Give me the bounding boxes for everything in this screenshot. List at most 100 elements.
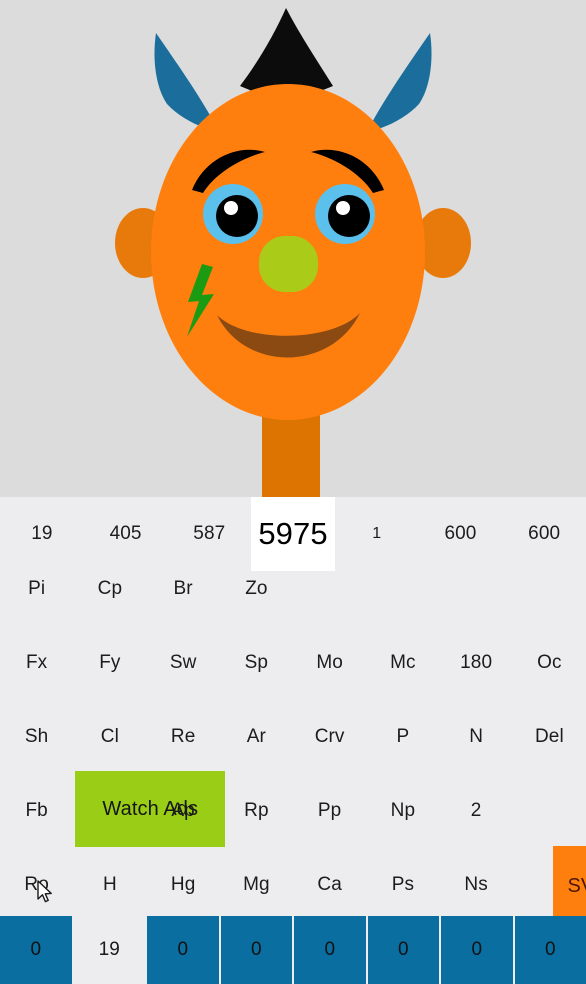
counter-label: 0 xyxy=(30,939,42,960)
app-root: 19 405 587 5975 1 600 600 Pi Cp Br Zo Fx… xyxy=(0,0,586,984)
key-ca[interactable]: Ca xyxy=(293,848,366,922)
counter-cell-active[interactable]: 19 xyxy=(73,916,147,984)
key-crv[interactable]: Crv xyxy=(293,700,366,774)
counter-bar: 0 19 0 0 0 0 0 0 xyxy=(0,916,586,984)
counter-cell[interactable]: 0 xyxy=(367,916,441,984)
key-empty xyxy=(440,552,513,626)
key-pp[interactable]: Pp xyxy=(293,774,366,848)
counter-label: 0 xyxy=(471,939,483,960)
key-2[interactable]: 2 xyxy=(440,774,513,848)
key-br[interactable]: Br xyxy=(147,552,220,626)
key-cl[interactable]: Cl xyxy=(73,700,146,774)
counter-cell[interactable]: 0 xyxy=(147,916,221,984)
nose-shape xyxy=(259,236,318,292)
key-ar[interactable]: Ar xyxy=(220,700,293,774)
left-eye-pupil xyxy=(216,195,258,237)
key-h[interactable]: H xyxy=(73,848,146,922)
value-cell-label: 405 xyxy=(109,523,142,544)
key-label: Np xyxy=(390,800,416,821)
left-eye-highlight xyxy=(224,201,238,215)
key-label: Oc xyxy=(537,652,562,673)
key-label: Sh xyxy=(24,726,49,747)
avatar-canvas[interactable] xyxy=(0,0,586,497)
key-p[interactable]: P xyxy=(366,700,439,774)
key-cp[interactable]: Cp xyxy=(73,552,146,626)
center-horn-icon xyxy=(240,8,333,96)
key-label: Sw xyxy=(169,652,197,673)
value-cell-active-label: 5975 xyxy=(258,516,328,551)
key-zo[interactable]: Zo xyxy=(220,552,293,626)
key-label: Sp xyxy=(244,652,269,673)
key-del[interactable]: Del xyxy=(513,700,586,774)
keypad-row-export: Ro H Hg Mg Ca Ps Ns SVG xyxy=(0,846,586,926)
key-label: Cl xyxy=(100,726,119,747)
key-label: Mg xyxy=(243,874,270,895)
key-empty xyxy=(366,552,439,626)
counter-cell[interactable]: 0 xyxy=(441,916,515,984)
key-label: N xyxy=(469,726,484,747)
key-ro[interactable]: Ro xyxy=(0,848,73,922)
counter-cell[interactable]: 0 xyxy=(220,916,294,984)
key-sw[interactable]: Sw xyxy=(147,626,220,700)
keypad-row-shapes: Pi Cp Br Zo xyxy=(0,552,586,626)
watch-ads-button[interactable]: Watch Ads xyxy=(73,771,226,848)
key-label: Fb xyxy=(25,800,48,821)
key-180[interactable]: 180 xyxy=(440,626,513,700)
key-empty xyxy=(513,774,586,848)
key-fb[interactable]: Fb xyxy=(0,774,73,848)
key-empty xyxy=(293,552,366,626)
counter-cell[interactable]: 0 xyxy=(514,916,586,984)
key-label: Br xyxy=(173,578,193,599)
key-ns[interactable]: Ns xyxy=(440,848,513,922)
key-mc[interactable]: Mc xyxy=(366,626,439,700)
key-label: Rp xyxy=(244,800,269,821)
key-label: Mc xyxy=(390,652,416,673)
key-label: 2 xyxy=(470,800,482,821)
key-label: Ca xyxy=(317,874,342,895)
key-np[interactable]: Np xyxy=(366,774,439,848)
key-rp[interactable]: Rp xyxy=(220,774,293,848)
key-oc[interactable]: Oc xyxy=(513,626,586,700)
export-svg-button[interactable]: SVG xyxy=(513,846,586,926)
value-cell-label: 587 xyxy=(193,523,226,544)
key-label: Del xyxy=(534,726,564,747)
key-hg[interactable]: Hg xyxy=(147,848,220,922)
keypad-row-transform: Fx Fy Sw Sp Mo Mc 180 Oc xyxy=(0,626,586,700)
key-ap[interactable]: Ap xyxy=(147,774,220,848)
key-label: Cp xyxy=(97,578,123,599)
key-empty xyxy=(513,552,586,626)
key-n[interactable]: N xyxy=(440,700,513,774)
key-label: Ps xyxy=(391,874,415,895)
value-cell-label: 600 xyxy=(528,523,561,544)
key-sh[interactable]: Sh xyxy=(0,700,73,774)
key-label: H xyxy=(102,874,117,895)
value-cell-label: 600 xyxy=(444,523,477,544)
key-fx[interactable]: Fx xyxy=(0,626,73,700)
keypad-row-actions: Fb Watch Ads Ap Rp Pp Np 2 xyxy=(0,771,586,848)
key-pi[interactable]: Pi xyxy=(0,552,73,626)
key-label: P xyxy=(396,726,410,747)
key-re[interactable]: Re xyxy=(147,700,220,774)
keypad-row-edit: Sh Cl Re Ar Crv P N Del xyxy=(0,700,586,774)
key-label: Pp xyxy=(317,800,342,821)
counter-cell[interactable]: 0 xyxy=(294,916,368,984)
counter-label: 0 xyxy=(324,939,336,960)
counter-label: 0 xyxy=(544,939,556,960)
key-label: Ar xyxy=(246,726,266,747)
key-label: Ns xyxy=(464,874,488,895)
key-sp[interactable]: Sp xyxy=(220,626,293,700)
key-mo[interactable]: Mo xyxy=(293,626,366,700)
export-svg-label: SVG xyxy=(552,846,586,926)
right-eye-pupil xyxy=(328,195,370,237)
key-fy[interactable]: Fy xyxy=(73,626,146,700)
counter-cell[interactable]: 0 xyxy=(0,916,74,984)
counter-label: 0 xyxy=(177,939,189,960)
avatar-drawing xyxy=(115,8,471,497)
keypad: 19 405 587 5975 1 600 600 Pi Cp Br Zo Fx… xyxy=(0,497,586,926)
key-label: Mo xyxy=(316,652,343,673)
key-label: Zo xyxy=(245,578,268,599)
key-label: Fx xyxy=(25,652,48,673)
key-mg[interactable]: Mg xyxy=(220,848,293,922)
key-ps[interactable]: Ps xyxy=(366,848,439,922)
counter-label: 19 xyxy=(98,939,120,960)
